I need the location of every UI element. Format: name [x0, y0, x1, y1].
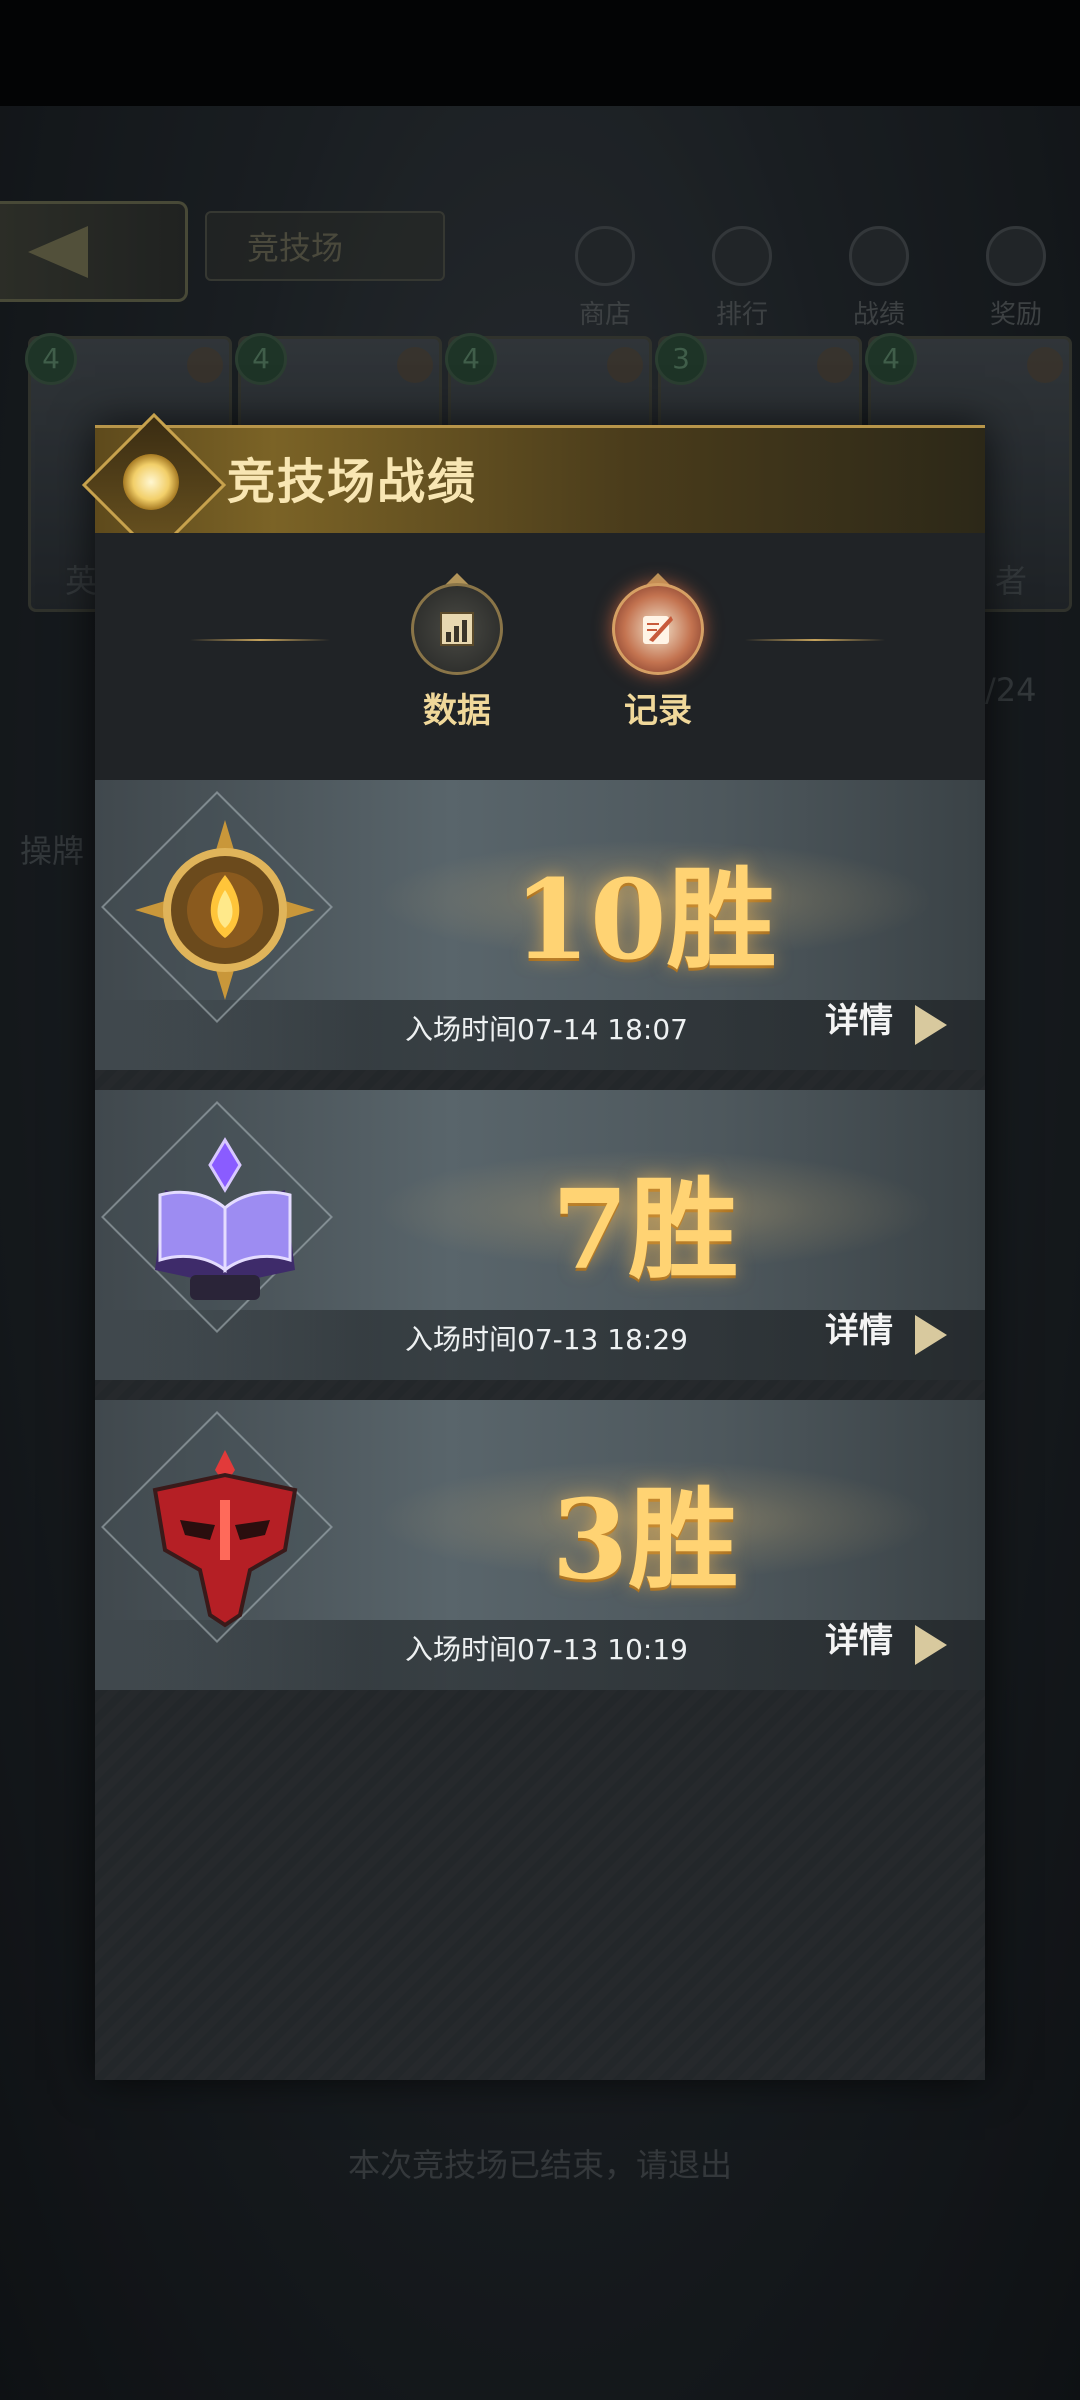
win-count: 3胜: [551, 1475, 739, 1604]
record-row[interactable]: 10胜 入场时间07-14 18:07 详情: [95, 780, 985, 1070]
moon-icon: [123, 454, 179, 510]
record-row[interactable]: 7胜 入场时间07-13 18:29 详情: [95, 1090, 985, 1380]
detail-button[interactable]: 详情: [825, 1618, 893, 1664]
play-arrow-icon[interactable]: [915, 1315, 947, 1355]
tab-data-label: 数据: [423, 691, 491, 731]
tab-bar: 数据 记录: [95, 533, 985, 780]
entry-time: 入场时间07-14 18:07: [405, 1013, 688, 1046]
gold-sun-badge-icon: [135, 820, 315, 1000]
record-row[interactable]: 3胜 入场时间07-13 10:19 详情: [95, 1400, 985, 1690]
quill-icon: [612, 583, 704, 675]
tab-data[interactable]: 数据: [392, 573, 522, 732]
arena-record-panel: 竞技场战绩 数据 记录 10胜 入场时间07-14 18:07 详情 7胜 入场…: [81, 412, 985, 2080]
panel-title: 竞技场战绩: [227, 454, 478, 510]
entry-time: 入场时间07-13 10:19: [405, 1633, 688, 1666]
tab-record-label: 记录: [624, 691, 692, 731]
play-arrow-icon[interactable]: [915, 1625, 947, 1665]
win-count: 10胜: [513, 855, 777, 984]
divider-line: [190, 639, 330, 641]
screen: 竞技场 商店 排行 战绩 奖励 4 4 4 3 4 英 操牌 者 /24 本次竞…: [0, 0, 1080, 2400]
chart-icon: [411, 583, 503, 675]
purple-book-badge-icon: [155, 1137, 295, 1300]
tab-record[interactable]: 记录: [593, 573, 723, 732]
play-arrow-icon[interactable]: [915, 1005, 947, 1045]
detail-button[interactable]: 详情: [825, 998, 893, 1044]
divider-line: [745, 639, 885, 641]
win-count: 7胜: [551, 1165, 739, 1294]
red-mask-badge-icon: [152, 1450, 298, 1628]
entry-time: 入场时间07-13 18:29: [405, 1323, 688, 1356]
detail-button[interactable]: 详情: [825, 1308, 893, 1354]
panel-header: 竞技场战绩: [81, 412, 985, 558]
